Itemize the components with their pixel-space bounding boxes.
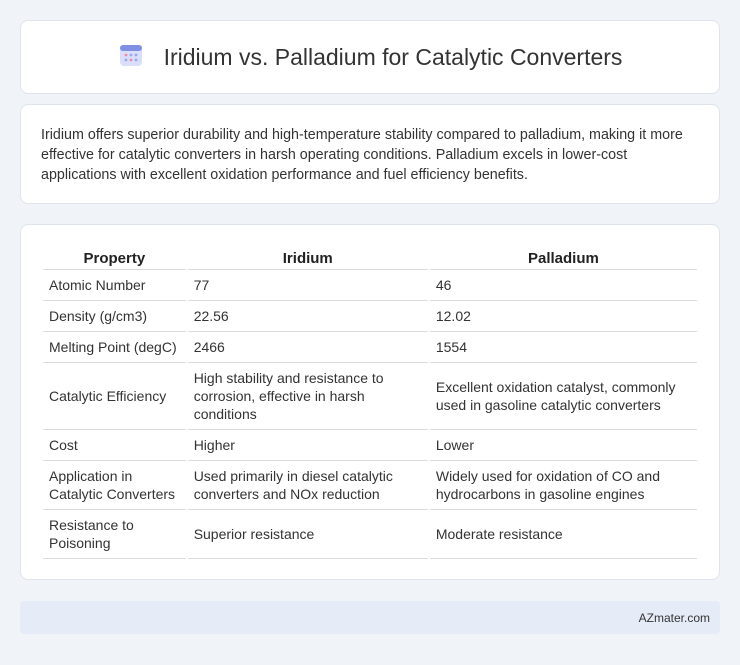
table-cell: Catalytic Efficiency <box>43 363 186 430</box>
table-cell: 2466 <box>187 332 428 363</box>
table-cell: Melting Point (degC) <box>43 332 186 363</box>
table-cell: Cost <box>43 430 186 461</box>
column-header-property: Property <box>43 244 186 270</box>
table-cell: Used primarily in diesel catalytic conve… <box>187 461 428 510</box>
table-cell: 77 <box>187 270 428 301</box>
comparison-table: Property Iridium Palladium Atomic Number… <box>41 244 699 559</box>
table-cell: 46 <box>429 270 697 301</box>
table-row: Resistance to Poisoning Superior resista… <box>43 510 697 559</box>
table-row: Application in Catalytic Converters Used… <box>43 461 697 510</box>
footer: AZmater.com <box>20 601 720 634</box>
column-header-iridium: Iridium <box>187 244 428 270</box>
table-cell: Density (g/cm3) <box>43 301 186 332</box>
table-cell: Lower <box>429 430 697 461</box>
table-row: Catalytic Efficiency High stability and … <box>43 363 697 430</box>
table-cell: Excellent oxidation catalyst, commonly u… <box>429 363 697 430</box>
table-cell: 22.56 <box>187 301 428 332</box>
table-cell: Higher <box>187 430 428 461</box>
table-cell: Resistance to Poisoning <box>43 510 186 559</box>
table-header-row: Property Iridium Palladium <box>43 244 697 270</box>
page-title: Iridium vs. Palladium for Catalytic Conv… <box>163 43 623 70</box>
column-header-palladium: Palladium <box>429 244 697 270</box>
table-cell: Superior resistance <box>187 510 428 559</box>
table-cell: Moderate resistance <box>429 510 697 559</box>
header: Iridium vs. Palladium for Catalytic Conv… <box>118 42 623 73</box>
intro-text: Iridium offers superior durability and h… <box>41 127 683 183</box>
table-row: Atomic Number 77 46 <box>43 270 697 301</box>
table-row: Cost Higher Lower <box>43 430 697 461</box>
table-row: Density (g/cm3) 22.56 12.02 <box>43 301 697 332</box>
table-cell: Widely used for oxidation of CO and hydr… <box>429 461 697 510</box>
table-cell: 1554 <box>429 332 697 363</box>
table-cell: Application in Catalytic Converters <box>43 461 186 510</box>
footer-brand: AZmater.com <box>638 610 710 625</box>
header-card: Iridium vs. Palladium for Catalytic Conv… <box>20 20 720 94</box>
comparison-card: Property Iridium Palladium Atomic Number… <box>20 224 720 580</box>
table-cell: Atomic Number <box>43 270 186 301</box>
table-cell: High stability and resistance to corrosi… <box>187 363 428 430</box>
table-cell: 12.02 <box>429 301 697 332</box>
table-row: Melting Point (degC) 2466 1554 <box>43 332 697 363</box>
calendar-icon <box>118 42 144 73</box>
intro-card: Iridium offers superior durability and h… <box>20 104 720 204</box>
